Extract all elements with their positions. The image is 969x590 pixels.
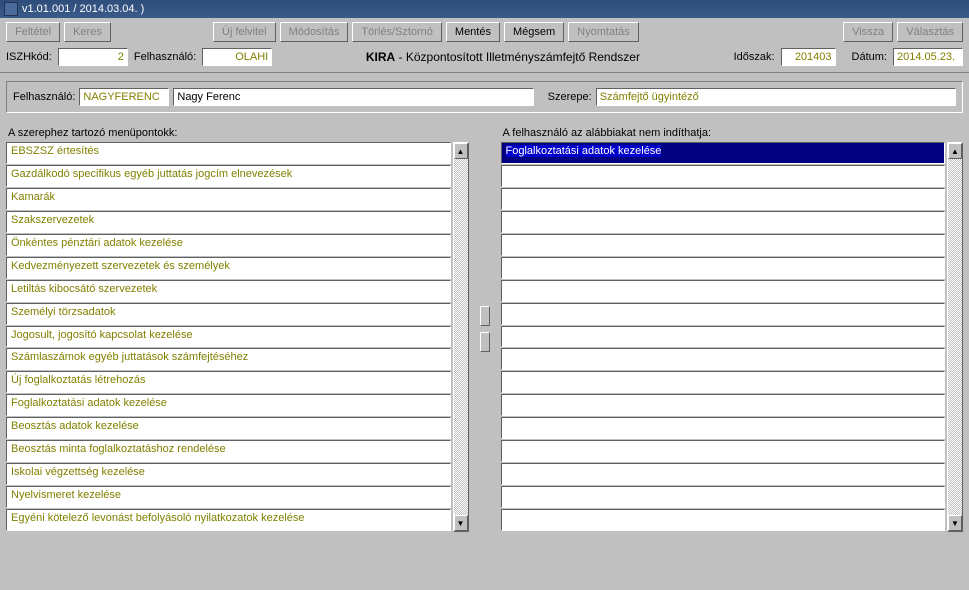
right-list[interactable]: Foglalkoztatási adatok kezelése	[501, 142, 946, 532]
list-item[interactable]: Beosztás minta foglalkoztatáshoz rendelé…	[6, 440, 451, 462]
feltetel-button[interactable]: Feltétel	[6, 22, 60, 42]
list-item[interactable]	[501, 257, 946, 279]
datum-input[interactable]	[893, 48, 963, 66]
list-item[interactable]: Iskolai végzettség kezelése	[6, 463, 451, 485]
list-item[interactable]: Kedvezményezett szervezetek és személyek	[6, 257, 451, 279]
idoszak-label: Időszak:	[734, 51, 775, 63]
toolbar: Feltétel Keres Új felvitel Módosítás Tör…	[0, 18, 969, 73]
list-item[interactable]: Önkéntes pénztári adatok kezelése	[6, 234, 451, 256]
list-item[interactable]	[501, 280, 946, 302]
right-list-title: A felhasználó az alábbiakat nem indíthat…	[503, 127, 964, 139]
scroll-up-icon[interactable]: ▲	[454, 143, 468, 159]
list-item[interactable]	[501, 188, 946, 210]
window-title: v1.01.001 / 2014.03.04. )	[22, 3, 144, 15]
szerepe-input[interactable]	[596, 88, 956, 106]
list-item[interactable]: Új foglalkoztatás létrehozás	[6, 371, 451, 393]
list-item[interactable]	[501, 326, 946, 348]
transfer-handles	[479, 125, 491, 532]
list-item[interactable]	[501, 234, 946, 256]
scroll-track[interactable]	[454, 159, 468, 515]
list-item[interactable]	[501, 211, 946, 233]
scroll-down-icon[interactable]: ▼	[454, 515, 468, 531]
uj-felvitel-button[interactable]: Új felvitel	[213, 22, 276, 42]
list-item[interactable]	[501, 303, 946, 325]
nyomtatas-button[interactable]: Nyomtatás	[568, 22, 639, 42]
vissza-button[interactable]: Vissza	[843, 22, 893, 42]
list-item[interactable]	[501, 509, 946, 531]
user-felhasznalo-label: Felhasználó:	[13, 91, 75, 103]
left-list[interactable]: EBSZSZ értesítésGazdálkodó specifikus eg…	[6, 142, 451, 532]
right-list-column: A felhasználó az alábbiakat nem indíthat…	[501, 125, 964, 532]
list-item[interactable]: Jogosult, jogosító kapcsolat kezelése	[6, 326, 451, 348]
lists-area: A szerephez tartozó menüpontokk: EBSZSZ …	[0, 119, 969, 538]
left-scrollbar[interactable]: ▲ ▼	[453, 142, 469, 532]
app-icon	[4, 2, 18, 16]
list-item[interactable]	[501, 371, 946, 393]
list-item[interactable]: Szakszervezetek	[6, 211, 451, 233]
move-left-button[interactable]	[480, 332, 490, 352]
scroll-track[interactable]	[948, 159, 962, 515]
list-item[interactable]	[501, 165, 946, 187]
list-item[interactable]: Kamarák	[6, 188, 451, 210]
list-item[interactable]: Nyelvismeret kezelése	[6, 486, 451, 508]
list-item[interactable]: Egyéni kötelező levonást befolyásoló nyi…	[6, 509, 451, 531]
right-scrollbar[interactable]: ▲ ▼	[947, 142, 963, 532]
list-item[interactable]	[501, 463, 946, 485]
list-item[interactable]	[501, 394, 946, 416]
szerepe-label: Szerepe:	[548, 91, 592, 103]
iszh-input[interactable]	[58, 48, 128, 66]
list-item[interactable]: Letiltás kibocsátó szervezetek	[6, 280, 451, 302]
user-code-input[interactable]	[79, 88, 169, 106]
left-list-column: A szerephez tartozó menüpontokk: EBSZSZ …	[6, 125, 469, 532]
list-item[interactable]: EBSZSZ értesítés	[6, 142, 451, 164]
list-item[interactable]: Gazdálkodó specifikus egyéb juttatás jog…	[6, 165, 451, 187]
list-item[interactable]: Személyi törzsadatok	[6, 303, 451, 325]
user-panel: Felhasználó: Szerepe:	[6, 81, 963, 113]
felhasznalo-label: Felhasználó:	[134, 51, 196, 63]
felhasznalo-input[interactable]	[202, 48, 272, 66]
list-item[interactable]	[501, 486, 946, 508]
datum-label: Dátum:	[852, 51, 887, 63]
list-item[interactable]	[501, 440, 946, 462]
app-title: KIRA - Központosított Illetményszámfejtő…	[278, 50, 727, 64]
mentes-button[interactable]: Mentés	[446, 22, 500, 42]
left-list-title: A szerephez tartozó menüpontokk:	[8, 127, 469, 139]
megsem-button[interactable]: Mégsem	[504, 22, 564, 42]
scroll-down-icon[interactable]: ▼	[948, 515, 962, 531]
modositas-button[interactable]: Módosítás	[280, 22, 349, 42]
window-titlebar: v1.01.001 / 2014.03.04. )	[0, 0, 969, 18]
list-item[interactable]: Beosztás adatok kezelése	[6, 417, 451, 439]
list-item[interactable]: Foglalkoztatási adatok kezelése	[6, 394, 451, 416]
user-name-input[interactable]	[173, 88, 533, 106]
keres-button[interactable]: Keres	[64, 22, 111, 42]
torles-button[interactable]: Törlés/Sztornó	[352, 22, 442, 42]
list-item[interactable]	[501, 348, 946, 370]
idoszak-input[interactable]	[781, 48, 836, 66]
move-right-button[interactable]	[480, 306, 490, 326]
valasztas-button[interactable]: Választás	[897, 22, 963, 42]
list-item[interactable]: Foglalkoztatási adatok kezelése	[501, 142, 946, 164]
iszh-label: ISZHkód:	[6, 51, 52, 63]
list-item[interactable]: Számlaszámok egyéb juttatások számfejtés…	[6, 348, 451, 370]
scroll-up-icon[interactable]: ▲	[948, 143, 962, 159]
list-item[interactable]	[501, 417, 946, 439]
